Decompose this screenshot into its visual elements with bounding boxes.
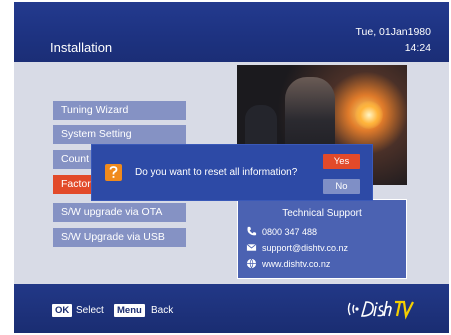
support-web: www.dishtv.co.nz xyxy=(262,259,331,269)
header-bar: Installation Tue, 01Jan1980 14:24 xyxy=(14,2,449,62)
menu-item-sw-upgrade-usb[interactable]: S/W Upgrade via USB xyxy=(53,228,186,247)
support-email: support@dishtv.co.nz xyxy=(262,243,349,253)
support-phone-row: 0800 347 488 xyxy=(246,225,317,239)
yes-button[interactable]: Yes xyxy=(323,154,360,169)
date-display: Tue, 01Jan1980 xyxy=(355,26,431,38)
menu-item-system-setting[interactable]: System Setting xyxy=(53,125,186,144)
ok-key-hint: Select xyxy=(76,305,104,316)
technical-support-panel: Technical Support 0800 347 488 support@d… xyxy=(237,199,407,279)
footer-bar: OK Select Menu Back xyxy=(14,284,449,333)
support-web-row: www.dishtv.co.nz xyxy=(246,257,330,271)
preview-muzzle-flash xyxy=(355,101,383,129)
dialog-message: Do you want to reset all information? xyxy=(135,167,298,178)
question-icon xyxy=(105,164,122,181)
page-title: Installation xyxy=(50,40,113,55)
reset-confirm-dialog: Do you want to reset all information? Ye… xyxy=(92,145,372,200)
tv-screen: Installation Tue, 01Jan1980 14:24 Tuning… xyxy=(2,2,449,333)
envelope-icon xyxy=(246,243,257,251)
menu-item-tuning-wizard[interactable]: Tuning Wizard xyxy=(53,101,186,120)
support-email-row: support@dishtv.co.nz xyxy=(246,241,348,255)
dishtv-logo xyxy=(347,300,414,320)
no-button[interactable]: No xyxy=(323,179,360,194)
globe-icon xyxy=(246,258,257,269)
support-phone: 0800 347 488 xyxy=(262,227,318,237)
phone-icon xyxy=(247,226,257,236)
support-title: Technical Support xyxy=(282,208,362,219)
time-display: 14:24 xyxy=(404,42,431,54)
menu-key-badge: Menu xyxy=(114,304,145,317)
menu-key-hint: Back xyxy=(151,305,174,316)
menu-item-sw-upgrade-ota[interactable]: S/W upgrade via OTA xyxy=(53,203,186,222)
ok-key-badge: OK xyxy=(52,304,73,317)
